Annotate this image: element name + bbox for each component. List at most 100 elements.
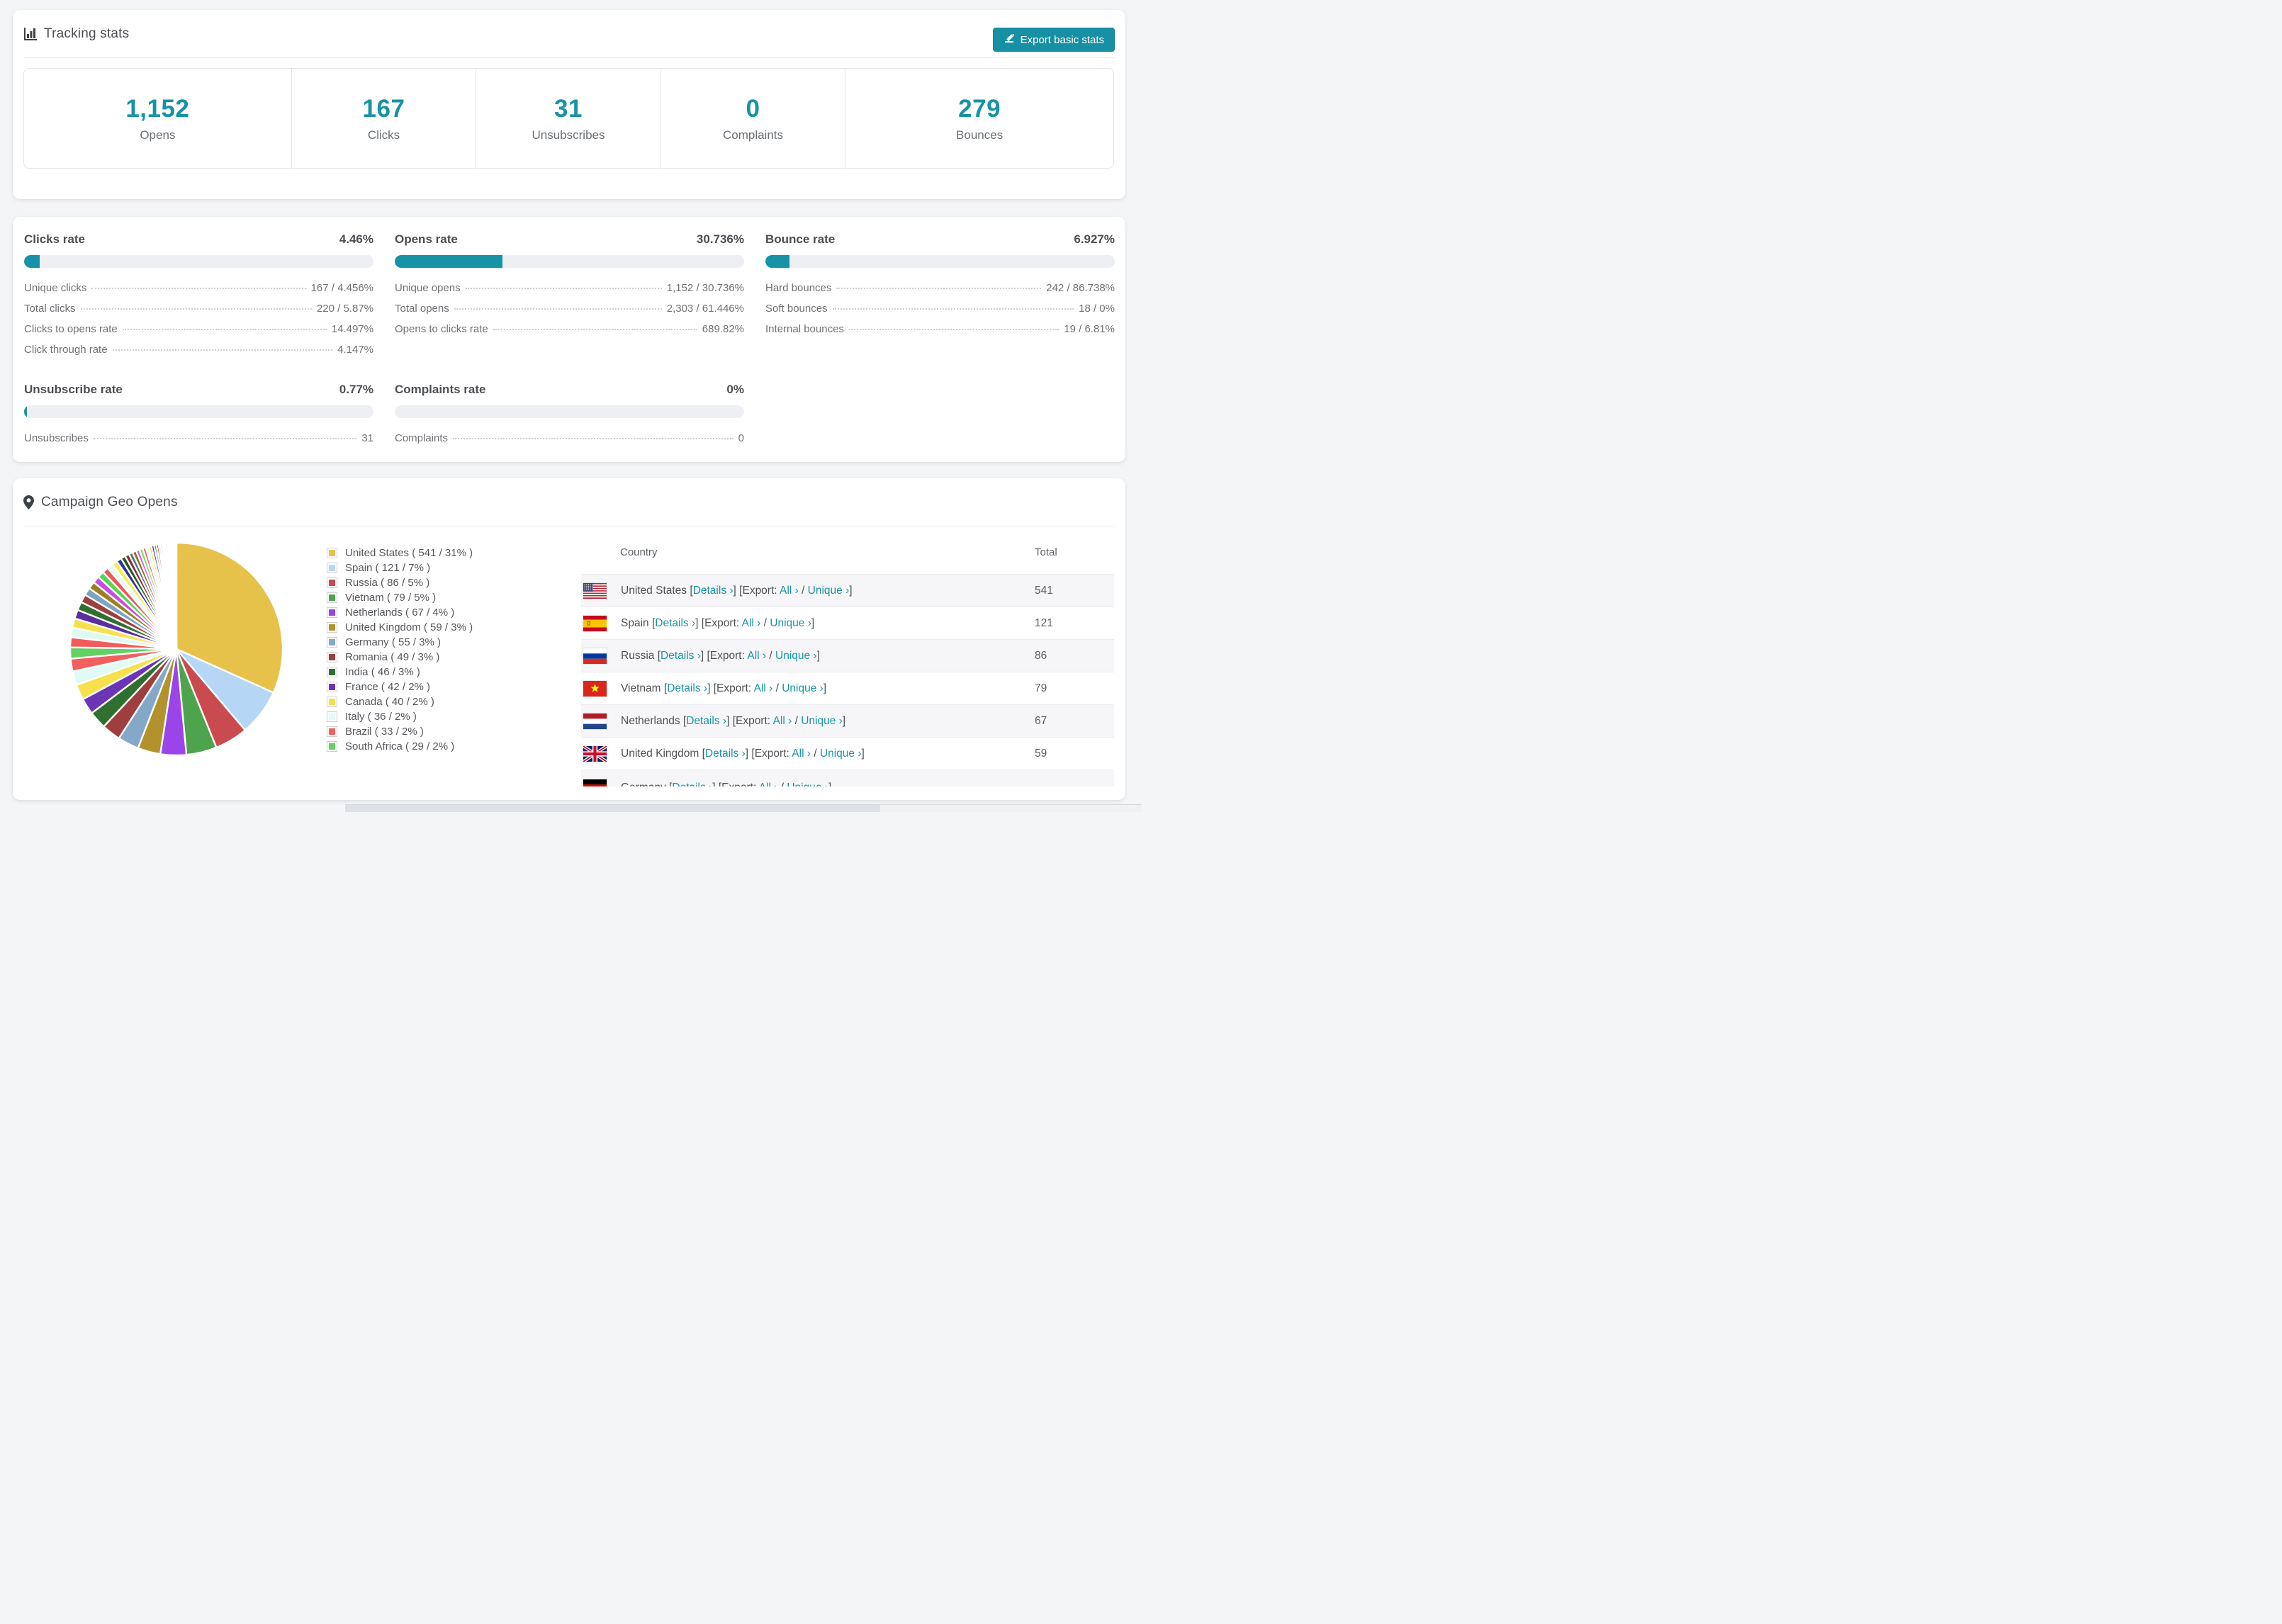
legend-swatch <box>327 577 337 588</box>
export-all-link[interactable]: All › <box>773 715 792 727</box>
legend-item-vietnam[interactable]: Vietnam ( 79 / 5% ) <box>327 590 473 605</box>
geo-table-row-netherlands: Netherlands [Details ›] [Export: All › /… <box>581 704 1114 737</box>
legend-label: India ( 46 / 3% ) <box>345 666 420 678</box>
rate-progress-fill <box>24 405 27 418</box>
rate-detail-row: Total opens 2,303 / 61.446% <box>395 303 744 323</box>
legend-label: Canada ( 40 / 2% ) <box>345 696 434 708</box>
legend-item-netherlands[interactable]: Netherlands ( 67 / 4% ) <box>327 605 473 620</box>
country-cell-text: United Kingdom [Details ›] [Export: All … <box>621 747 865 760</box>
rate-detail-row: Clicks to opens rate 14.497% <box>24 323 373 344</box>
country-cell-text: Spain [Details ›] [Export: All › / Uniqu… <box>621 616 815 629</box>
country-cell-text: Netherlands [Details ›] [Export: All › /… <box>621 714 846 727</box>
export-prefix: [Export: <box>713 682 752 694</box>
tracking-stats-header: Tracking stats Export basic stats <box>13 10 1125 58</box>
rate-value: 0% <box>726 383 744 396</box>
legend-item-india[interactable]: India ( 46 / 3% ) <box>327 665 473 680</box>
legend-item-romania[interactable]: Romania ( 49 / 3% ) <box>327 650 473 665</box>
details-link[interactable]: Details › <box>661 650 701 662</box>
export-unique-link[interactable]: Unique › <box>775 650 817 662</box>
horizontal-scrollbar-thumb[interactable] <box>345 805 880 812</box>
legend-item-united-kingdom[interactable]: United Kingdom ( 59 / 3% ) <box>327 620 473 635</box>
legend-item-france[interactable]: France ( 42 / 2% ) <box>327 680 473 694</box>
dotted-leader <box>453 438 734 439</box>
export-all-link[interactable]: All › <box>792 748 811 760</box>
legend-label: Romania ( 49 / 3% ) <box>345 651 440 663</box>
legend-item-spain[interactable]: Spain ( 121 / 7% ) <box>327 560 473 575</box>
geo-table-row-vietnam: Vietnam [Details ›] [Export: All › / Uni… <box>581 672 1114 704</box>
legend-item-united-states[interactable]: United States ( 541 / 31% ) <box>327 546 473 560</box>
export-unique-link[interactable]: Unique › <box>782 682 824 694</box>
export-unique-link[interactable]: Unique › <box>820 748 862 760</box>
details-link[interactable]: Details › <box>686 715 726 727</box>
details-link[interactable]: Details › <box>667 682 707 694</box>
geo-card-title-row: Campaign Geo Opens <box>23 495 178 510</box>
export-unique-link[interactable]: Unique › <box>801 715 843 727</box>
rate-title: Opens rate <box>395 232 458 246</box>
page-title: Tracking stats <box>44 26 130 41</box>
export-all-link[interactable]: All › <box>747 650 766 662</box>
country-cell: United States [Details ›] [Export: All ›… <box>581 582 1035 599</box>
legend-item-brazil[interactable]: Brazil ( 33 / 2% ) <box>327 724 473 739</box>
export-unique-link[interactable]: Unique › <box>787 782 828 786</box>
legend-label: Germany ( 55 / 3% ) <box>345 636 442 648</box>
details-link[interactable]: Details › <box>705 748 746 760</box>
legend-item-italy[interactable]: Italy ( 36 / 2% ) <box>327 709 473 724</box>
export-unique-link[interactable]: Unique › <box>808 585 850 597</box>
country-cell: United Kingdom [Details ›] [Export: All … <box>581 745 1035 762</box>
dotted-leader <box>465 288 662 289</box>
flag-de-icon <box>583 779 607 786</box>
dotted-leader <box>836 288 1042 289</box>
country-name: Netherlands <box>621 714 680 727</box>
rate-progress-bar <box>24 405 373 418</box>
legend-item-south-africa[interactable]: South Africa ( 29 / 2% ) <box>327 739 473 754</box>
export-all-link[interactable]: All › <box>759 782 778 786</box>
rate-progress-bar <box>765 255 1115 268</box>
country-cell: Vietnam [Details ›] [Export: All › / Uni… <box>581 680 1035 697</box>
legend-swatch <box>327 667 337 677</box>
rate-title: Clicks rate <box>24 232 85 246</box>
country-cell-text: United States [Details ›] [Export: All ›… <box>621 584 853 597</box>
export-all-link[interactable]: All › <box>742 617 761 629</box>
dotted-leader <box>91 288 306 289</box>
export-all-link[interactable]: All › <box>780 585 799 597</box>
country-cell-text: Germany [Details ›] [Export: All › / Uni… <box>621 782 831 786</box>
geo-table-row-russia: Russia [Details ›] [Export: All › / Uniq… <box>581 639 1114 672</box>
summary-stats-row: 1,152 Opens 167 Clicks 31 Unsubscribes 0 Compla… <box>23 68 1114 169</box>
legend-swatch <box>327 697 337 707</box>
country-name: United States <box>621 584 687 597</box>
dotted-leader <box>80 308 312 310</box>
total-cell: 86 <box>1035 649 1047 662</box>
rate-detail-label: Total clicks <box>24 303 76 315</box>
details-link[interactable]: Details › <box>672 782 712 786</box>
dotted-leader <box>832 308 1074 310</box>
details-link[interactable]: Details › <box>693 585 734 597</box>
legend-item-canada[interactable]: Canada ( 40 / 2% ) <box>327 694 473 709</box>
rate-detail-row: Opens to clicks rate 689.82% <box>395 323 744 344</box>
rate-title: Bounce rate <box>765 232 836 246</box>
details-link[interactable]: Details › <box>655 617 695 629</box>
tracking-stats-title-row: Tracking stats <box>23 26 129 42</box>
country-cell: Russia [Details ›] [Export: All › / Uniq… <box>581 648 1035 664</box>
export-all-link[interactable]: All › <box>754 682 773 694</box>
dotted-leader <box>493 329 697 330</box>
rate-progress-bar <box>395 255 744 268</box>
stat-box-unsubscribes: 31 Unsubscribes <box>476 69 661 168</box>
geo-table-row-germany: Germany [Details ›] [Export: All › / Uni… <box>581 769 1114 786</box>
rate-detail-label: Soft bounces <box>765 303 828 315</box>
legend-label: Vietnam ( 79 / 5% ) <box>345 592 437 604</box>
stat-label: Unsubscribes <box>532 128 605 142</box>
rate-detail-label: Clicks to opens rate <box>24 323 118 335</box>
export-unique-link[interactable]: Unique › <box>770 617 811 629</box>
legend-swatch <box>327 652 337 662</box>
legend-swatch <box>327 607 337 618</box>
rates-grid: Clicks rate 4.46% Unique clicks 167 / 4.456… <box>13 217 1125 453</box>
flag-vn-icon <box>583 680 607 697</box>
legend-item-germany[interactable]: Germany ( 55 / 3% ) <box>327 635 473 650</box>
legend-swatch <box>327 711 337 722</box>
rate-detail-label: Complaints <box>395 432 449 444</box>
rate-block-complaints-rate: Complaints rate 0% Complaints 0 <box>395 383 744 453</box>
rate-detail-label: Unsubscribes <box>24 432 89 444</box>
legend-item-russia[interactable]: Russia ( 86 / 5% ) <box>327 575 473 590</box>
export-basic-stats-button[interactable]: Export basic stats <box>992 28 1115 52</box>
country-cell-text: Russia [Details ›] [Export: All › / Uniq… <box>621 649 820 662</box>
